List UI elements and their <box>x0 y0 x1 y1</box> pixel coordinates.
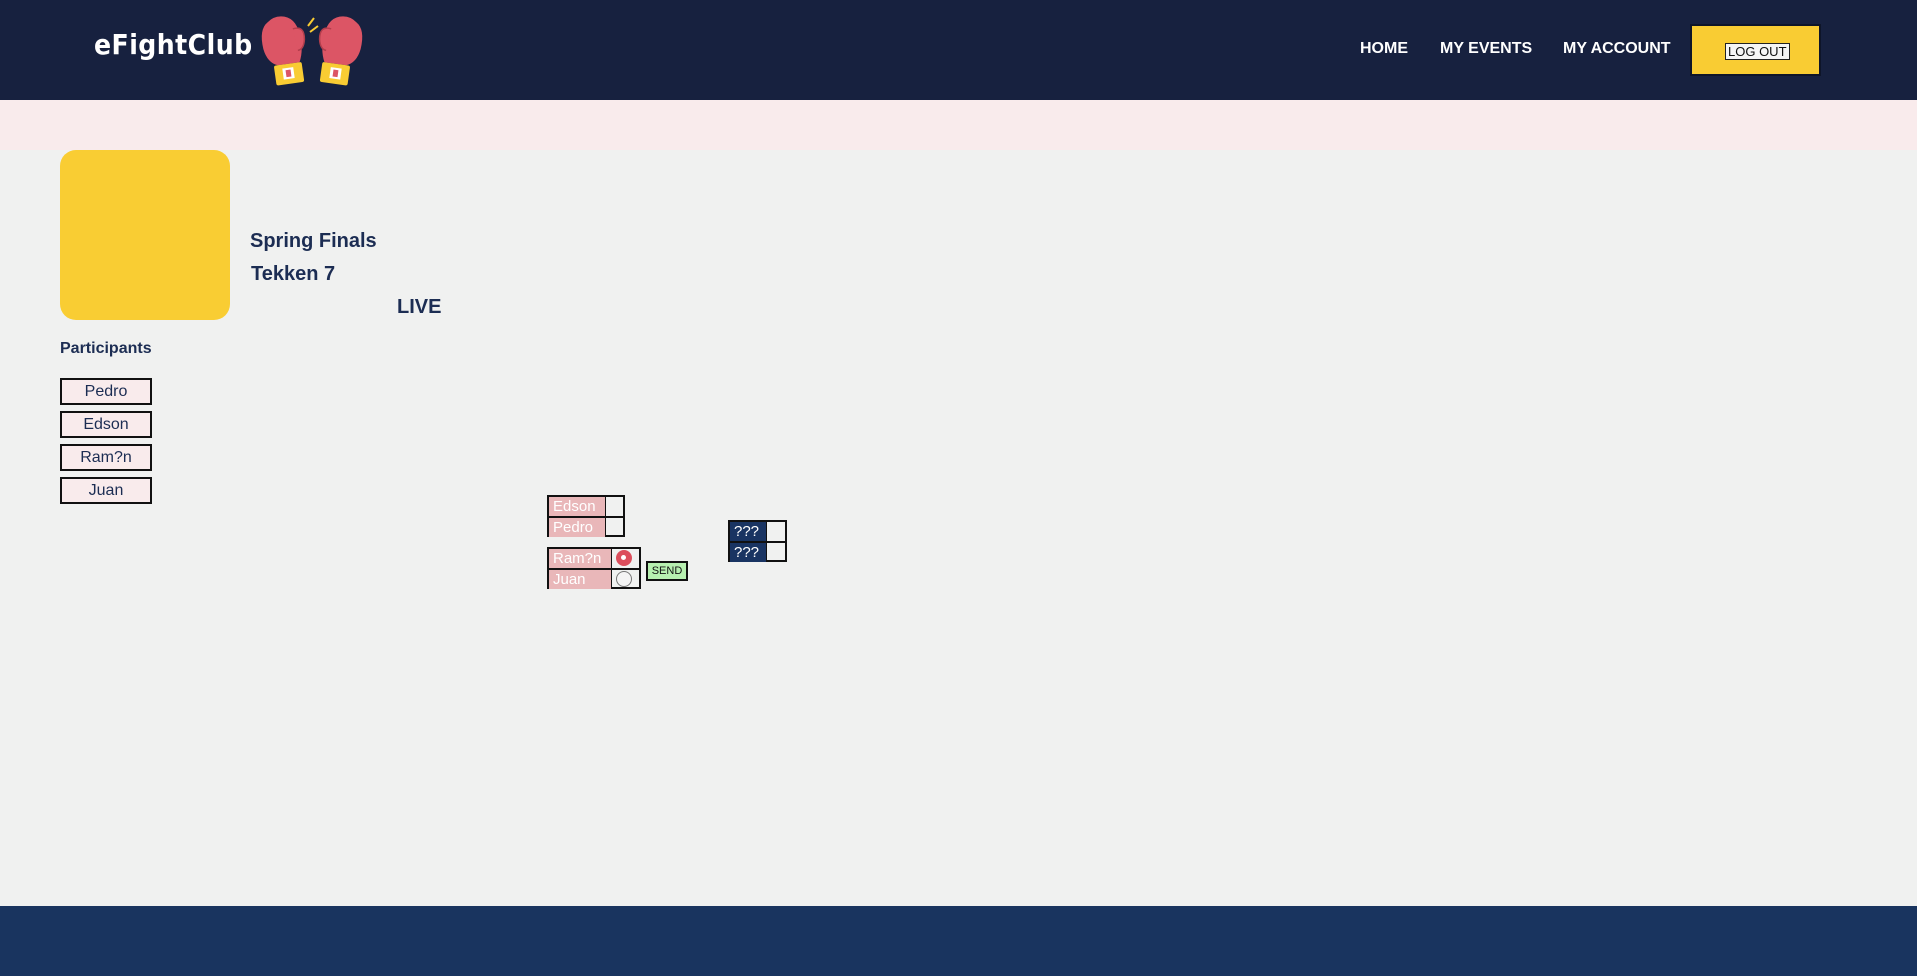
bracket-slot-player: Pedro <box>549 517 605 537</box>
bracket-slot-player: Edson <box>549 497 605 516</box>
bracket-match-2: Ram?n Juan <box>547 547 641 589</box>
event-status-badge: LIVE <box>397 296 442 318</box>
bracket-match-1: Edson Pedro <box>547 495 625 537</box>
bracket-final-match: ??? ??? <box>728 520 787 562</box>
participant-item: Juan <box>60 477 152 504</box>
nav-my-events-link[interactable]: MY EVENTS <box>1440 40 1532 58</box>
event-image <box>60 150 230 320</box>
participant-item: Pedro <box>60 378 152 405</box>
participants-heading: Participants <box>60 340 152 357</box>
winner-select-cell <box>611 569 639 587</box>
boxing-gloves-icon <box>261 16 363 86</box>
logout-button[interactable]: LOG OUT <box>1725 43 1790 60</box>
logout-container: LOG OUT <box>1690 24 1821 76</box>
bracket-slot-player: ??? <box>730 542 766 562</box>
winner-radio-unselected[interactable] <box>616 570 632 587</box>
site-logo-text[interactable]: eFightClub <box>94 28 253 61</box>
send-result-button[interactable]: SEND <box>646 561 688 581</box>
bracket-score-box <box>766 522 785 541</box>
bracket-score-box <box>605 497 623 516</box>
event-game: Tekken 7 <box>251 263 336 285</box>
nav-home-link[interactable]: HOME <box>1360 40 1408 58</box>
winner-select-cell <box>611 549 639 568</box>
bracket-score-box <box>605 517 623 535</box>
banner-strip <box>0 100 1917 150</box>
bracket-slot-player: Ram?n <box>549 549 611 568</box>
participant-item: Ram?n <box>60 444 152 471</box>
page-footer <box>0 906 1917 976</box>
bracket-score-box <box>766 542 785 560</box>
event-title: Spring Finals <box>250 230 377 252</box>
winner-radio-selected[interactable] <box>616 550 632 566</box>
top-navigation-bar: eFightClub HOME MY EVENTS MY ACCOUNT LOG… <box>0 0 1917 100</box>
bracket-slot-player: Juan <box>549 569 611 589</box>
bracket-slot-player: ??? <box>730 522 766 541</box>
participant-item: Edson <box>60 411 152 438</box>
nav-my-account-link[interactable]: MY ACCOUNT <box>1563 40 1671 58</box>
